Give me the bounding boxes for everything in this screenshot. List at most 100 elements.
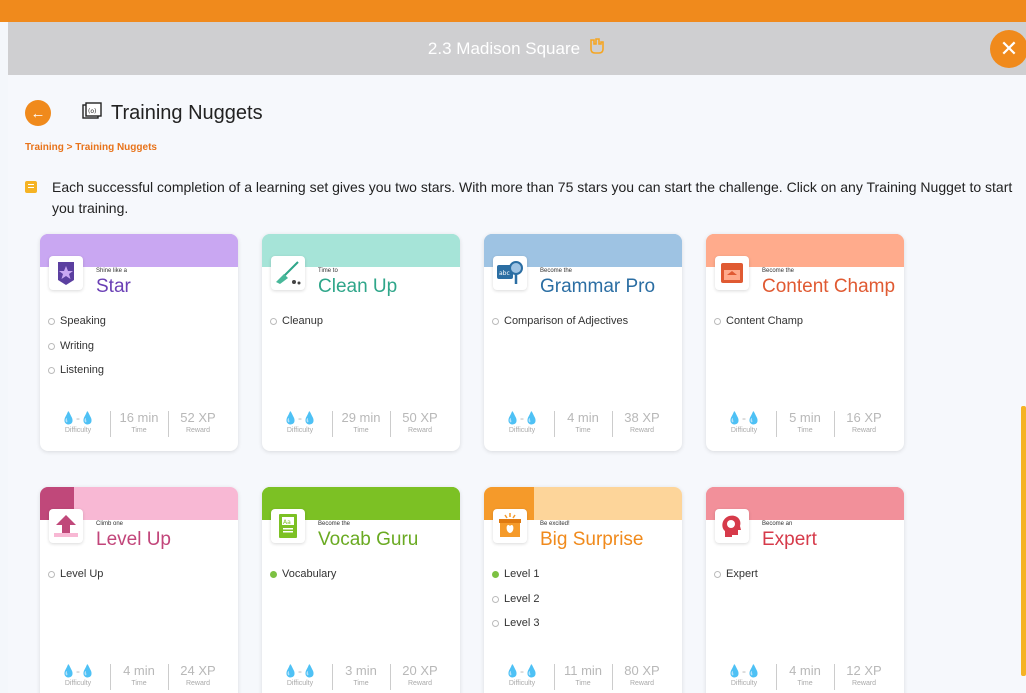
difficulty-label: Difficulty	[508, 680, 536, 687]
learning-set-item[interactable]: Expert	[714, 568, 758, 593]
card-subtitle: Shine like a	[96, 268, 128, 274]
reward-stat: 38 XP Reward	[614, 409, 670, 434]
reward-value: 50 XP	[402, 410, 438, 425]
time-value: 5 min	[789, 410, 821, 425]
svg-text:abc: abc	[499, 270, 510, 277]
difficulty-stat: 💧-💧 Difficulty	[272, 662, 328, 687]
training-nugget-card[interactable]: Climb one Level Up Level Up 💧-💧 Difficul…	[40, 487, 238, 693]
breadcrumb[interactable]: Training > Training Nuggets	[25, 142, 157, 153]
close-button[interactable]: ✕	[990, 30, 1026, 68]
reward-value: 16 XP	[846, 410, 882, 425]
learning-set-item[interactable]: Level 1	[492, 568, 539, 593]
difficulty-label: Difficulty	[286, 427, 314, 434]
difficulty-label: Difficulty	[64, 427, 92, 434]
difficulty-stat: 💧-💧 Difficulty	[494, 662, 550, 687]
time-label: Time	[353, 427, 369, 434]
learning-set-item[interactable]: Content Champ	[714, 315, 803, 340]
learning-set-item[interactable]: Level Up	[48, 568, 103, 593]
card-title: Big Surprise	[540, 529, 644, 550]
time-label: Time	[353, 680, 369, 687]
stat-divider	[332, 664, 333, 690]
stat-divider	[612, 664, 613, 690]
training-nugget-card[interactable]: Become the Content Champ Content Champ 💧…	[706, 234, 904, 451]
training-nugget-card[interactable]: Aa Become the Vocab Guru Vocabulary 💧-💧 …	[262, 487, 460, 693]
stat-divider	[110, 411, 111, 437]
magnifier-icon: abc	[493, 256, 527, 290]
time-value: 4 min	[123, 663, 155, 678]
difficulty-label: Difficulty	[64, 680, 92, 687]
learning-set-label: Level 2	[504, 592, 540, 605]
difficulty-stat: 💧-💧 Difficulty	[716, 662, 772, 687]
difficulty-stat: 💧-💧 Difficulty	[716, 409, 772, 434]
reward-stat: 52 XP Reward	[170, 409, 226, 434]
learning-set-item[interactable]: Cleanup	[270, 315, 323, 340]
star-icon	[49, 256, 83, 290]
stat-divider	[554, 411, 555, 437]
learning-set-label: Comparison of Adjectives	[504, 315, 629, 327]
learning-set-item[interactable]: Listening	[48, 364, 106, 389]
training-nugget-card[interactable]: abc Become the Grammar Pro Comparison of…	[484, 234, 682, 451]
scrollbar-thumb[interactable]	[1021, 406, 1026, 676]
learning-set-list: Cleanup	[270, 315, 323, 340]
learning-set-item[interactable]: Writing	[48, 340, 106, 365]
learning-set-label: Speaking	[60, 315, 106, 327]
time-stat: 4 min Time	[556, 409, 610, 434]
empty-bullet-icon	[492, 595, 499, 603]
learning-set-label: Writing	[60, 339, 95, 352]
learning-set-item[interactable]: Level 2	[492, 593, 539, 618]
learning-set-list: Expert	[714, 568, 758, 593]
stat-divider	[834, 664, 835, 690]
learning-set-list: Comparison of Adjectives	[492, 315, 628, 340]
time-stat: 4 min Time	[112, 662, 166, 687]
page-title: Training Nuggets	[111, 102, 263, 124]
difficulty-label: Difficulty	[508, 427, 536, 434]
learning-set-item[interactable]: Vocabulary	[270, 568, 336, 593]
card-subtitle: Be excited!	[540, 521, 570, 527]
learning-set-label: Level 3	[504, 617, 540, 629]
broom-icon	[271, 256, 305, 290]
reward-value: 80 XP	[624, 663, 660, 678]
learning-set-label: Level Up	[60, 568, 104, 580]
reward-value: 52 XP	[180, 410, 216, 425]
svg-text:Aa: Aa	[283, 519, 291, 526]
learning-set-label: Listening	[60, 364, 105, 376]
time-value: 16 min	[119, 410, 159, 425]
learning-set-list: Content Champ	[714, 315, 803, 340]
time-label: Time	[131, 427, 147, 434]
stat-divider	[168, 411, 169, 437]
training-nugget-card[interactable]: Become an Expert Expert 💧-💧 Difficulty 4…	[706, 487, 904, 693]
empty-bullet-icon	[714, 571, 721, 578]
card-title: Clean Up	[318, 276, 398, 297]
reward-label: Reward	[185, 427, 211, 434]
time-label: Time	[797, 427, 813, 434]
reward-stat: 50 XP Reward	[392, 409, 448, 434]
training-nugget-card[interactable]: Be excited! Big Surprise Level 1 Level 2 L…	[484, 487, 682, 693]
card-title: Expert	[762, 529, 817, 550]
stat-divider	[834, 411, 835, 437]
card-stats: 💧-💧 Difficulty 29 min Time 50 XP Reward	[262, 409, 460, 445]
time-value: 3 min	[345, 663, 377, 678]
reward-label: Reward	[629, 680, 655, 687]
gift-icon	[493, 509, 527, 543]
stat-divider	[776, 664, 777, 690]
training-nugget-card[interactable]: Time to Clean Up Cleanup 💧-💧 Difficulty …	[262, 234, 460, 451]
training-nugget-card[interactable]: Shine like a Star Speaking Writing Listeni…	[40, 234, 238, 451]
difficulty-drops-icon: 💧-💧	[505, 664, 539, 678]
learning-set-item[interactable]: Speaking	[48, 315, 106, 340]
stat-divider	[612, 411, 613, 437]
card-stats: 💧-💧 Difficulty 4 min Time 24 XP Reward	[40, 662, 238, 693]
difficulty-label: Difficulty	[286, 680, 314, 687]
empty-bullet-icon	[270, 318, 277, 325]
back-button[interactable]: ←	[25, 100, 51, 126]
time-label: Time	[575, 427, 591, 434]
svg-text:(o): (o)	[88, 108, 96, 115]
stat-divider	[110, 664, 111, 690]
learning-set-item[interactable]: Level 3	[492, 617, 539, 642]
arrow-up-icon	[49, 509, 83, 543]
learning-set-item[interactable]: Comparison of Adjectives	[492, 315, 628, 340]
info-icon	[25, 181, 37, 193]
difficulty-label: Difficulty	[730, 427, 758, 434]
stat-divider	[168, 664, 169, 690]
check-bullet-icon	[492, 571, 499, 578]
card-subtitle: Become an	[762, 521, 793, 527]
